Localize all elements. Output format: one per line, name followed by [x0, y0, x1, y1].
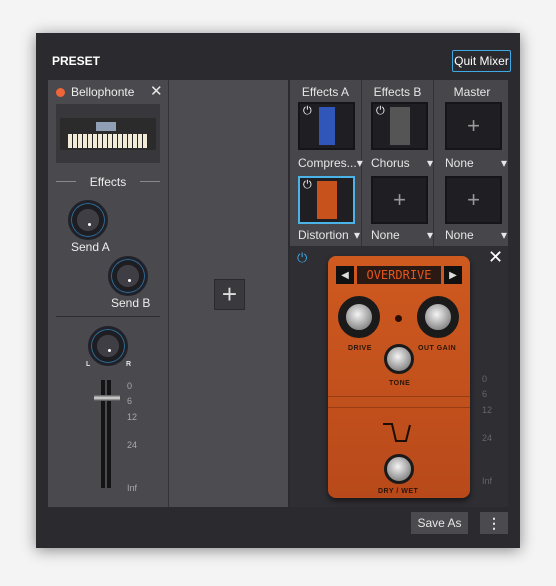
effects-a-column: Effects A ⏻ Compres... ▾ ⏻ Distortion ▾	[290, 80, 363, 246]
pan-left-label: L	[86, 361, 91, 368]
effects-b-column: Effects B ⏻ Chorus ▾ + None ▾	[362, 80, 434, 246]
fx-slot-select[interactable]: None ▾	[371, 228, 433, 242]
master-column: Master + None ▾ + None ▾	[436, 80, 508, 246]
next-mode-button[interactable]: ▶	[444, 266, 462, 284]
add-effect-button[interactable]: +	[445, 102, 502, 150]
out-gain-label: OUT GAIN	[418, 345, 457, 352]
fader-tick: 24	[482, 433, 493, 443]
fader-tick: 6	[482, 389, 488, 399]
send-b-knob[interactable]	[108, 256, 148, 296]
power-icon[interactable]: ⏻	[303, 105, 312, 118]
fader-tick: Inf	[482, 476, 493, 486]
power-icon[interactable]: ⏻	[303, 179, 312, 192]
dry-wet-label: DRY / WET	[378, 488, 419, 495]
pedal-divider	[328, 396, 470, 408]
add-effect-button[interactable]: +	[371, 176, 428, 224]
add-channel-button[interactable]: +	[214, 279, 245, 310]
column-title: Master	[453, 85, 491, 99]
out-gain-knob[interactable]	[417, 296, 459, 338]
distortion-pedal-thumb	[316, 181, 337, 219]
fader-tick: 6	[127, 396, 133, 406]
prev-mode-button[interactable]: ◀	[336, 266, 354, 284]
led-indicator	[395, 315, 402, 322]
pan-right-label: R	[126, 361, 132, 368]
drive-knob[interactable]	[338, 296, 380, 338]
pan-knob[interactable]	[88, 326, 128, 366]
drive-label: DRIVE	[348, 345, 372, 352]
power-icon[interactable]: ⏻	[376, 105, 385, 118]
square-wave-icon	[382, 421, 416, 443]
volume-fader-handle[interactable]	[94, 395, 120, 401]
empty-channel-area: +	[168, 80, 288, 507]
send-b-label: Send B	[111, 296, 151, 310]
fader-tick: Inf	[127, 483, 138, 493]
fader-tick: 12	[127, 412, 138, 422]
page-title: PRESET	[52, 54, 101, 68]
close-icon[interactable]: ✕	[150, 82, 163, 100]
overdrive-pedal: ◀ OVERDRIVE ▶ DRIVE OUT GAIN TONE DRY / …	[328, 256, 470, 498]
fader-tick: 24	[127, 440, 138, 450]
power-icon[interactable]: ⏻	[297, 250, 307, 266]
column-title: Effects B	[373, 85, 422, 99]
more-options-button[interactable]: ⋮	[480, 512, 508, 534]
tone-knob[interactable]	[384, 344, 414, 374]
chorus-pedal-thumb	[389, 107, 410, 145]
fader-tick: 12	[482, 405, 493, 415]
column-title: Effects A	[301, 85, 350, 99]
send-a-knob[interactable]	[68, 200, 108, 240]
add-effect-button[interactable]: +	[445, 176, 502, 224]
fx-slot-select[interactable]: None ▾	[445, 156, 507, 170]
fader-tick: 0	[482, 374, 488, 384]
effects-label: Effects	[89, 175, 127, 189]
instrument-image	[56, 104, 160, 163]
fx-slot-select[interactable]: None ▾	[445, 228, 507, 242]
record-indicator	[56, 88, 65, 97]
fx-slot-chorus[interactable]: ⏻	[371, 102, 428, 150]
fader-tick: 0	[127, 381, 133, 391]
effect-editor: ⏻ ✕ 0 6 12 24 Inf ◀ OVERDRIVE ▶ DRIVE OU…	[290, 246, 508, 507]
channel-name: Bellophonte	[71, 85, 135, 99]
dry-wet-knob[interactable]	[384, 454, 414, 484]
compressor-pedal-thumb	[318, 107, 335, 145]
fx-slot-compressor[interactable]: ⏻	[298, 102, 355, 150]
effects-grid: Effects A ⏻ Compres... ▾ ⏻ Distortion ▾ Ef…	[290, 80, 508, 246]
send-a-label: Send A	[71, 240, 110, 254]
channel-strip: Bellophonte ✕ Effects Send A Send B L R …	[48, 80, 168, 507]
fx-slot-distortion[interactable]: ⏻	[298, 176, 355, 224]
tone-label: TONE	[389, 380, 411, 387]
fx-slot-select[interactable]: Compres... ▾	[298, 156, 363, 170]
close-icon[interactable]: ✕	[488, 247, 503, 268]
save-as-button[interactable]: Save As	[411, 512, 468, 534]
fx-slot-select[interactable]: Distortion ▾	[298, 228, 360, 242]
quit-mixer-button[interactable]: Quit Mixer	[452, 50, 511, 72]
mixer-window: PRESET Quit Mixer Bellophonte ✕ Effects …	[36, 33, 520, 548]
fx-slot-select[interactable]: Chorus ▾	[371, 156, 433, 170]
mode-display: OVERDRIVE	[357, 266, 441, 284]
